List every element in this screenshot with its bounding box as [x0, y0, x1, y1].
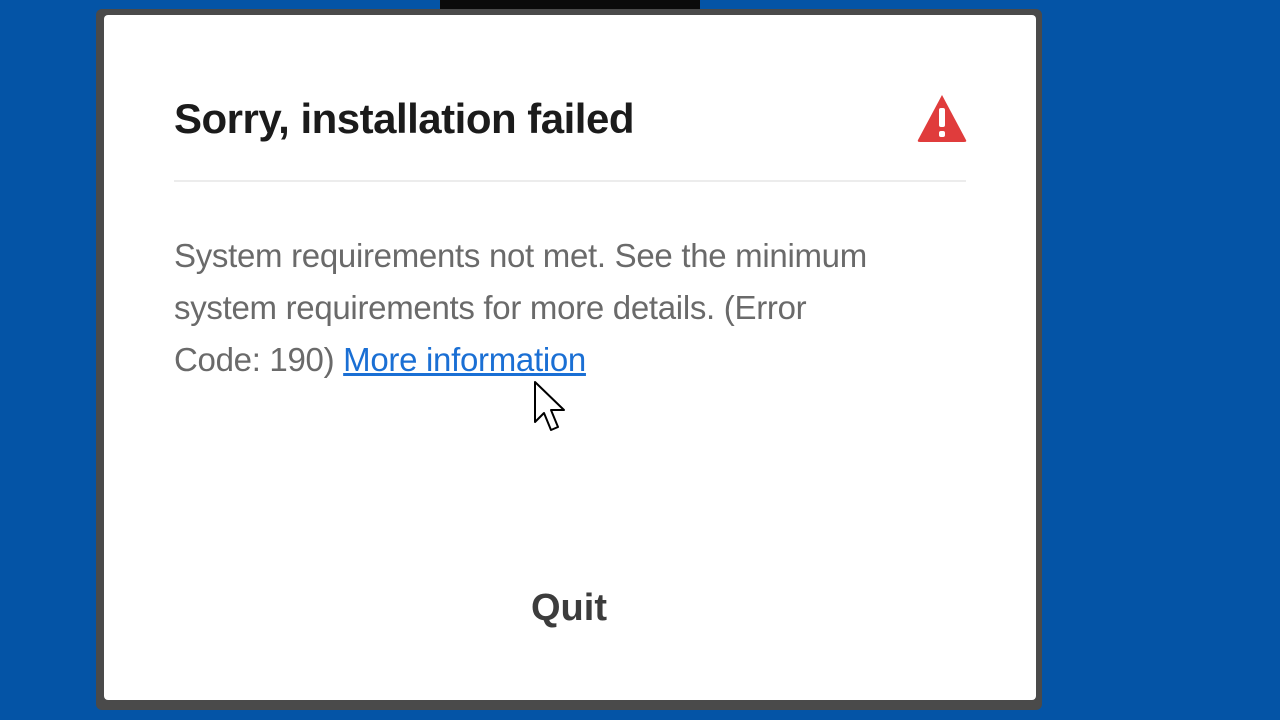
installation-error-dialog: Sorry, installation failed System requir… — [104, 15, 1036, 700]
mouse-pointer-icon — [534, 381, 565, 431]
more-information-link[interactable]: More information — [343, 341, 586, 378]
title-divider — [174, 180, 966, 182]
dialog-title: Sorry, installation failed — [174, 95, 635, 142]
quit-button[interactable]: Quit — [494, 580, 644, 636]
warning-icon — [917, 95, 967, 142]
error-message: System requirements not met. See the min… — [174, 230, 894, 386]
